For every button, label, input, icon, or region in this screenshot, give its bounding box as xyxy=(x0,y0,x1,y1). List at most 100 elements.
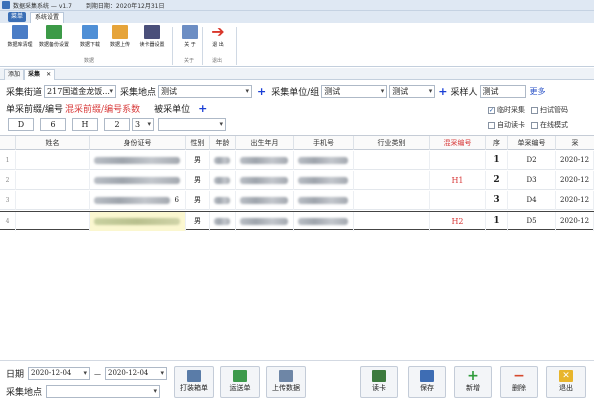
add-unit-icon[interactable]: + xyxy=(438,85,447,98)
site-filter: 采集地点 xyxy=(6,385,161,398)
header-mixed-code[interactable]: 混采编号 xyxy=(430,136,486,150)
delete-button[interactable]: − 删除 xyxy=(500,366,538,398)
card-reader-icon xyxy=(144,25,160,39)
exit-ribbon-button[interactable]: ➔ 退 出 xyxy=(202,22,234,53)
header-phone[interactable]: 手机号 xyxy=(294,136,354,150)
id-cell[interactable]: 6 xyxy=(90,191,186,210)
scan-tube-checkbox[interactable]: 扫试管码 xyxy=(531,105,568,115)
date-from-picker[interactable]: 2020-12-04 xyxy=(28,367,91,380)
group-label-about: 关于 xyxy=(184,58,195,64)
expiry-date: 到期日期：2020年12月31日 xyxy=(85,2,165,10)
grid-header: 姓名 身份证号 性别 年龄 出生年月 手机号 行业类别 混采编号 序 单采编号 … xyxy=(0,136,594,150)
header-seq[interactable]: 序 xyxy=(486,136,508,150)
mixed-prefix-label: 混采前缀/编号系数 xyxy=(65,105,141,115)
temp-collect-checkbox[interactable]: ✓ 临时采集 xyxy=(488,105,525,115)
save-button[interactable]: 保存 xyxy=(408,366,446,398)
read-card-button[interactable]: 读卡 xyxy=(360,366,398,398)
site-select[interactable]: 测试 xyxy=(158,85,253,98)
id-cell-active[interactable] xyxy=(90,212,186,231)
close-icon[interactable]: ✕ xyxy=(46,71,51,78)
tab-collect[interactable]: 采集 ✕ xyxy=(24,69,56,80)
header-industry[interactable]: 行业类别 xyxy=(354,136,430,150)
divider xyxy=(172,27,173,65)
title-bar: 数据采集系统 — v1.7 到期日期：2020年12月31日 xyxy=(0,0,594,11)
tab-collect-label: 采集 xyxy=(28,71,41,78)
checkbox-icon xyxy=(488,121,495,129)
unit-group-select-2[interactable]: 测试 xyxy=(389,85,436,98)
header-birth[interactable]: 出生年月 xyxy=(236,136,294,150)
collector-label: 采样人 xyxy=(450,88,478,98)
table-row[interactable]: 1 男 1 D2 2020-12 xyxy=(0,151,594,170)
street-select[interactable]: 217国道金龙饭... xyxy=(44,85,117,98)
id-cell[interactable] xyxy=(90,171,186,190)
print-packing-button[interactable]: 打装箱单 xyxy=(174,366,214,398)
database-icon xyxy=(12,25,28,39)
mixed-prefix-field[interactable]: H xyxy=(72,118,98,131)
table-row[interactable]: 3 6 男 3 D4 2020-12 xyxy=(0,191,594,210)
bottom-toolbar: 日期 2020-12-04 — 2020-12-04 采集地点 打装箱单 运送单… xyxy=(0,360,594,403)
prefix-label: 单采前缀/编号 xyxy=(6,105,64,115)
mixed-number-field[interactable]: 2 xyxy=(104,118,130,131)
header-name[interactable]: 姓名 xyxy=(16,136,90,150)
date-label: 日期 xyxy=(6,370,25,380)
form-row-2: 单采前缀/编号 混采前缀/编号系数 被采单位 + xyxy=(6,102,212,115)
site-filter-select[interactable] xyxy=(46,385,161,398)
site-label: 采集地点 xyxy=(120,88,157,98)
tab-add[interactable]: 添加 xyxy=(4,69,25,80)
table-row-selected[interactable]: 4 男 H2 1 D5 2020-12 xyxy=(0,211,594,231)
collector-input[interactable]: 测试 xyxy=(479,85,526,98)
card-reader-settings-button[interactable]: 读卡器设置 xyxy=(136,25,168,53)
header-gender[interactable]: 性别 xyxy=(186,136,210,150)
more-link[interactable]: 更多 xyxy=(530,86,546,97)
red-arrow-icon: ➔ xyxy=(211,22,225,41)
date-range: 日期 2020-12-04 — 2020-12-04 xyxy=(6,367,168,380)
data-download-button[interactable]: 数据下载 xyxy=(74,25,106,53)
database-cleanup-button[interactable]: 数据库清理 xyxy=(4,25,36,53)
table-row[interactable]: 2 男 H1 2 D3 2020-12 xyxy=(0,171,594,190)
online-mode-checkbox[interactable]: 在线模式 xyxy=(531,120,568,130)
date-to-picker[interactable]: 2020-12-04 xyxy=(105,367,168,380)
header-single-code[interactable]: 单采编号 xyxy=(508,136,556,150)
group-label-exit: 退出 xyxy=(212,58,223,64)
excel-icon xyxy=(233,370,247,382)
card-icon xyxy=(372,370,386,382)
form-row-1: 采集街道 217国道金龙饭... 采集地点 测试 + 采集单位/组 测试 测试 … xyxy=(6,85,546,98)
id-cell[interactable] xyxy=(90,151,186,170)
download-icon xyxy=(46,25,62,39)
ribbon: 数据库清理 数据备份设置 数据下载 数据上传 读卡器设置 数据 关 于 关于 ➔… xyxy=(0,23,594,67)
single-prefix-field[interactable]: D xyxy=(8,118,34,131)
upload-data-button[interactable]: 上传数据 xyxy=(266,366,306,398)
download-arrow-icon xyxy=(82,25,98,39)
add-site-icon[interactable]: + xyxy=(257,85,266,98)
checkbox-icon xyxy=(531,121,538,129)
add-sampled-unit-icon[interactable]: + xyxy=(198,102,207,115)
auto-read-card-checkbox[interactable]: 自动读卡 xyxy=(488,120,525,130)
tab-system-settings[interactable]: 系统设置 xyxy=(30,12,65,23)
data-upload-button[interactable]: 数据上传 xyxy=(104,25,136,53)
checkbox-icon xyxy=(531,106,538,114)
add-button[interactable]: + 新增 xyxy=(454,366,492,398)
single-number-field[interactable]: 6 xyxy=(40,118,66,131)
header-id-number[interactable]: 身份证号 xyxy=(90,136,186,150)
checkbox-checked-icon: ✓ xyxy=(488,106,495,114)
app-title: 数据采集系统 — v1.7 xyxy=(13,2,72,10)
header-age[interactable]: 年龄 xyxy=(210,136,236,150)
backup-settings-button[interactable]: 数据备份设置 xyxy=(38,25,70,53)
unit-group-select[interactable]: 测试 xyxy=(321,85,388,98)
sampled-unit-select[interactable] xyxy=(158,118,226,131)
street-label: 采集街道 xyxy=(6,88,43,98)
unit-group-label: 采集单位/组 xyxy=(271,88,320,98)
row-number-header xyxy=(0,136,16,150)
sampled-unit-label: 被采单位 xyxy=(154,105,191,115)
ribbon-tab-strip: 菜单 系统设置 xyxy=(0,11,594,23)
app-menu-button[interactable]: 菜单 xyxy=(8,12,26,22)
transport-sheet-button[interactable]: 运送单 xyxy=(220,366,260,398)
mixed-code-cell: H2 xyxy=(430,212,486,231)
header-collect-date[interactable]: 采 xyxy=(556,136,594,150)
floppy-icon xyxy=(420,370,434,382)
mixed-factor-select[interactable]: 3 xyxy=(132,118,154,131)
minus-icon: − xyxy=(513,368,525,384)
divider xyxy=(236,27,237,65)
exit-button[interactable]: ✕ 退出 xyxy=(546,366,586,398)
upload-icon xyxy=(112,25,128,39)
